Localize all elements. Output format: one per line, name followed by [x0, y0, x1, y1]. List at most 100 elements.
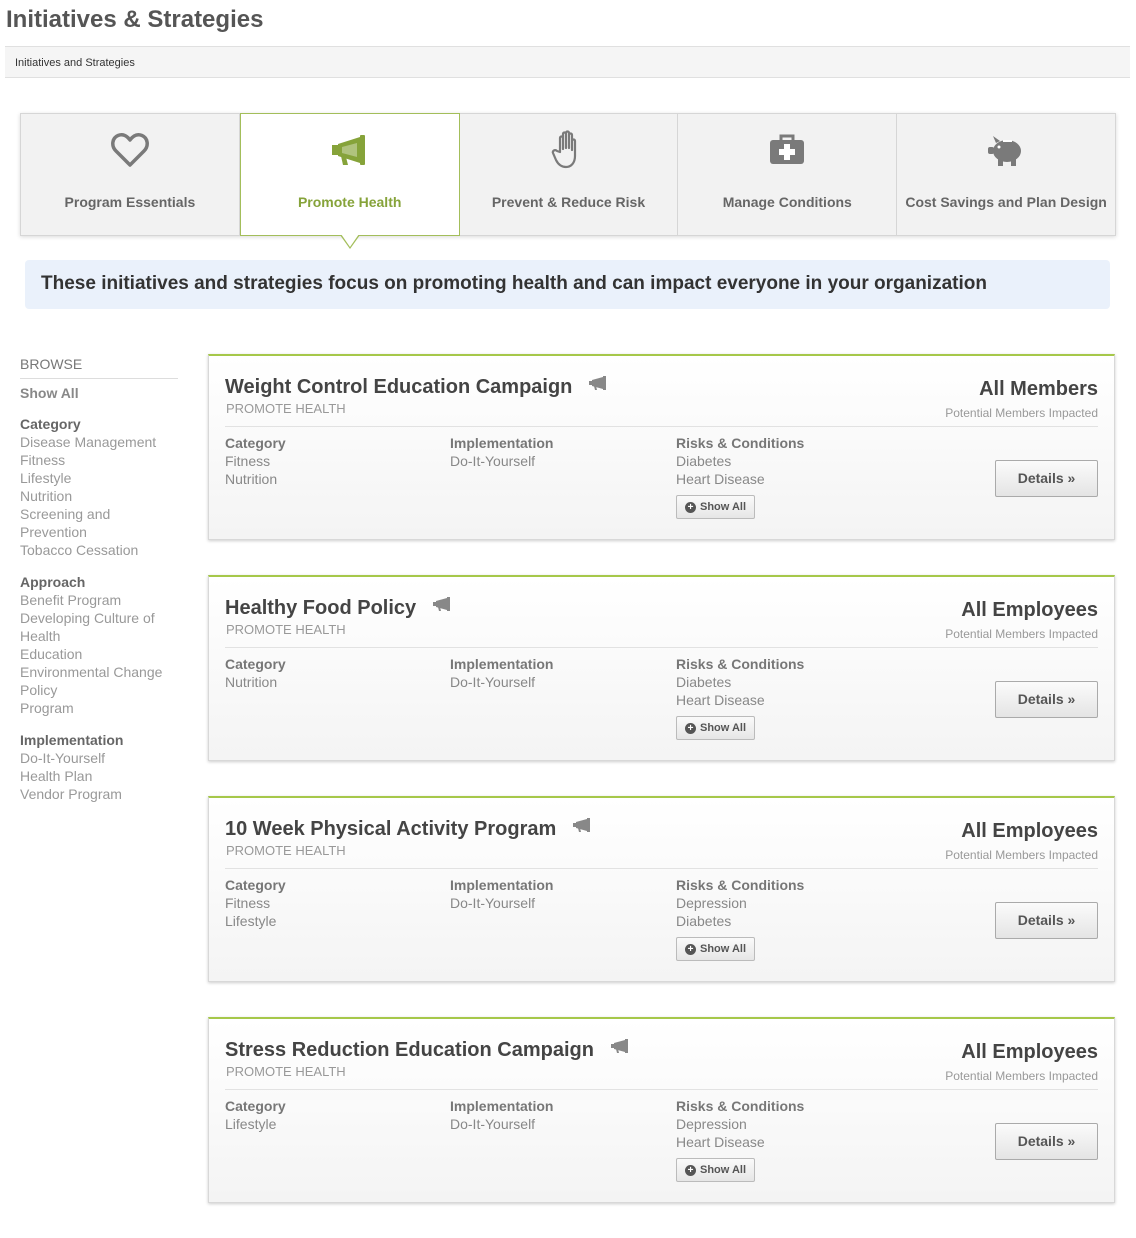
plus-circle-icon: +	[685, 501, 696, 513]
filter-environmental-change[interactable]: Environmental Change	[20, 663, 180, 681]
risks-column: Risks & Conditions Depression Diabetes +…	[676, 877, 804, 961]
details-button[interactable]: Details »	[995, 681, 1098, 718]
sidebar-show-all[interactable]: Show All	[20, 385, 180, 401]
initiative-type: PROMOTE HEALTH	[226, 622, 346, 637]
initiative-card: 10 Week Physical Activity Program PROMOT…	[208, 796, 1115, 982]
initiative-card: Healthy Food Policy PROMOTE HEALTH All E…	[208, 575, 1115, 761]
initiative-title-text: Healthy Food Policy	[225, 597, 417, 619]
show-all-risks-button[interactable]: + Show All	[676, 716, 756, 740]
risk-value: Diabetes	[676, 913, 732, 929]
tab-label: Promote Health	[297, 194, 402, 210]
filter-do-it-yourself[interactable]: Do-It-Yourself	[20, 749, 180, 767]
risks-heading: Risks & Conditions	[676, 435, 805, 451]
first-aid-kit-icon	[678, 130, 896, 170]
tab-promote-health[interactable]: Promote Health	[239, 113, 460, 249]
impact-label: Potential Members Impacted	[945, 627, 1098, 641]
implementation-column: Implementation Do-It-Yourself	[450, 877, 553, 912]
category-value: Nutrition	[225, 471, 278, 487]
implementation-column: Implementation Do-It-Yourself	[450, 1098, 553, 1133]
filter-benefit-program[interactable]: Benefit Program	[20, 591, 180, 609]
risks-heading: Risks & Conditions	[676, 877, 805, 893]
filter-group-category: Category Disease Management Fitness Life…	[20, 415, 180, 559]
implementation-value: Do-It-Yourself	[450, 453, 536, 469]
active-tab-pointer	[339, 234, 360, 249]
tab-program-essentials[interactable]: Program Essentials	[21, 114, 240, 235]
show-all-label: Show All	[700, 722, 747, 734]
category-value: Lifestyle	[225, 1116, 277, 1132]
initiative-type: PROMOTE HEALTH	[226, 843, 346, 858]
tab-label: Program Essentials	[64, 194, 196, 210]
filter-heading: Approach	[20, 574, 86, 590]
initiative-title[interactable]: 10 Week Physical Activity Program	[225, 818, 592, 841]
megaphone-icon	[432, 595, 452, 618]
show-all-risks-button[interactable]: + Show All	[676, 495, 756, 519]
details-button[interactable]: Details »	[995, 460, 1098, 497]
implementation-value: Do-It-Yourself	[450, 1116, 536, 1132]
risks-column: Risks & Conditions Diabetes Heart Diseas…	[676, 656, 804, 740]
filter-policy[interactable]: Policy	[20, 681, 180, 699]
show-all-label: Show All	[700, 501, 747, 513]
show-all-risks-button[interactable]: + Show All	[676, 937, 756, 961]
risks-column: Risks & Conditions Diabetes Heart Diseas…	[676, 435, 804, 519]
initiative-type: PROMOTE HEALTH	[226, 401, 346, 416]
show-all-risks-button[interactable]: + Show All	[676, 1158, 756, 1182]
impact-label: Potential Members Impacted	[945, 848, 1098, 862]
filter-lifestyle[interactable]: Lifestyle	[20, 469, 180, 487]
impact-audience: All Members	[979, 378, 1098, 400]
impact-label: Potential Members Impacted	[945, 1069, 1098, 1083]
initiative-card: Weight Control Education Campaign PROMOT…	[208, 354, 1115, 540]
tab-manage-conditions[interactable]: Manage Conditions	[678, 114, 898, 235]
category-column: Category Fitness Nutrition	[225, 435, 286, 488]
filter-education[interactable]: Education	[20, 645, 180, 663]
category-heading: Category	[225, 656, 286, 672]
filter-tobacco-cessation[interactable]: Tobacco Cessation	[20, 541, 180, 559]
initiative-title-text: Weight Control Education Campaign	[225, 376, 573, 398]
risk-value: Depression	[676, 1116, 747, 1132]
filter-nutrition[interactable]: Nutrition	[20, 487, 180, 505]
megaphone-icon	[610, 1037, 630, 1060]
filter-screening-prevention[interactable]: Screening and Prevention	[20, 505, 130, 541]
initiative-title[interactable]: Healthy Food Policy	[225, 597, 452, 620]
category-value: Lifestyle	[225, 913, 277, 929]
tab-label: Cost Savings and Plan Design	[905, 194, 1107, 210]
filter-fitness[interactable]: Fitness	[20, 451, 180, 469]
tab-prevent-reduce-risk[interactable]: Prevent & Reduce Risk	[460, 114, 679, 235]
initiative-title[interactable]: Weight Control Education Campaign	[225, 376, 608, 399]
tab-label: Manage Conditions	[722, 194, 852, 210]
implementation-heading: Implementation	[450, 435, 554, 451]
filter-group-implementation: Implementation Do-It-Yourself Health Pla…	[20, 731, 180, 803]
plus-circle-icon: +	[685, 722, 696, 734]
tab-cost-savings[interactable]: Cost Savings and Plan Design	[897, 114, 1115, 235]
implementation-heading: Implementation	[450, 877, 554, 893]
breadcrumb: Initiatives and Strategies	[5, 46, 1130, 78]
impact-audience: All Employees	[961, 599, 1098, 621]
plus-circle-icon: +	[685, 943, 696, 955]
tab-label: Prevent & Reduce Risk	[491, 194, 646, 210]
megaphone-icon	[588, 374, 608, 397]
impact-audience: All Employees	[961, 820, 1098, 842]
piggy-bank-icon	[897, 130, 1115, 170]
category-column: Category Fitness Lifestyle	[225, 877, 286, 930]
implementation-column: Implementation Do-It-Yourself	[450, 435, 553, 470]
implementation-heading: Implementation	[450, 1098, 554, 1114]
details-button[interactable]: Details »	[995, 902, 1098, 939]
breadcrumb-item[interactable]: Initiatives and Strategies	[15, 57, 135, 69]
card-divider	[225, 647, 1098, 648]
filter-disease-management[interactable]: Disease Management	[20, 433, 180, 451]
show-all-label: Show All	[700, 943, 747, 955]
megaphone-icon	[572, 816, 592, 839]
filter-health-plan[interactable]: Health Plan	[20, 767, 180, 785]
filter-culture-of-health[interactable]: Developing Culture of Health	[20, 609, 165, 645]
details-button[interactable]: Details »	[995, 1123, 1098, 1160]
category-value: Fitness	[225, 895, 271, 911]
initiative-title[interactable]: Stress Reduction Education Campaign	[225, 1039, 630, 1062]
card-divider	[225, 426, 1098, 427]
filter-program[interactable]: Program	[20, 699, 180, 717]
category-value: Nutrition	[225, 674, 278, 690]
filter-heading: Category	[20, 416, 81, 432]
plus-circle-icon: +	[685, 1164, 696, 1176]
category-heading: Category	[225, 877, 286, 893]
filter-vendor-program[interactable]: Vendor Program	[20, 785, 180, 803]
risk-value: Depression	[676, 895, 747, 911]
category-heading: Category	[225, 1098, 286, 1114]
